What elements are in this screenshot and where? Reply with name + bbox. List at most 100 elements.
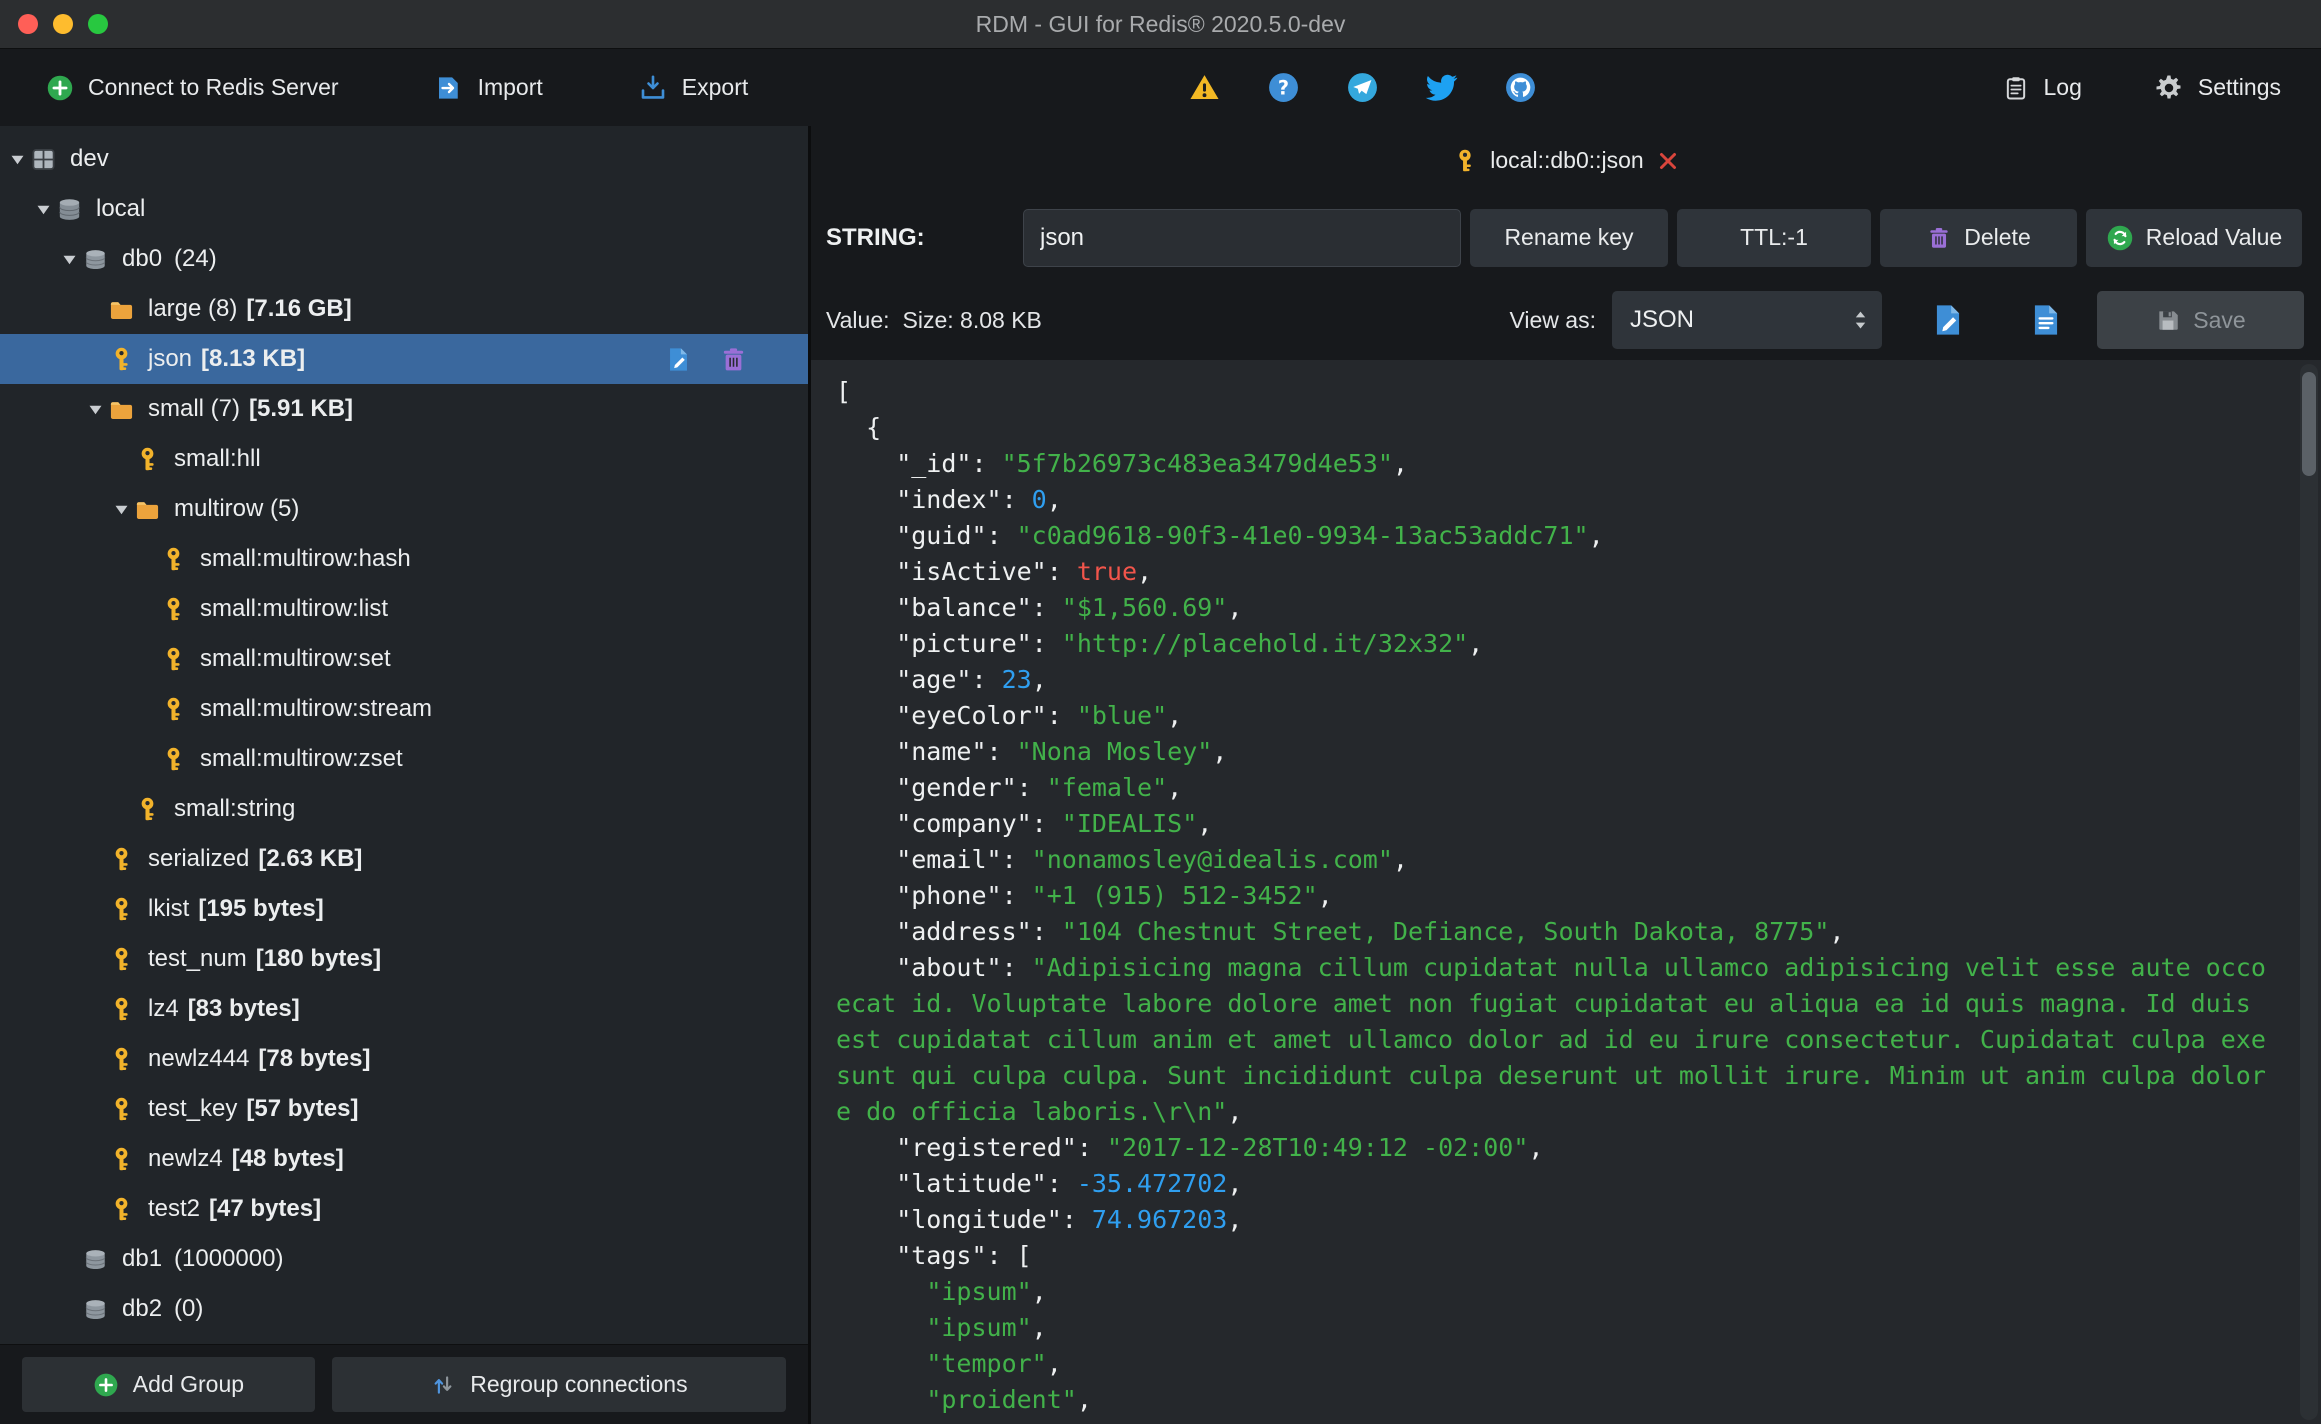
- tree-item-label: test2: [148, 1195, 201, 1222]
- tree-item-newlz4[interactable]: newlz4 [48 bytes]: [0, 1134, 808, 1184]
- warning-icon[interactable]: [1188, 71, 1221, 104]
- tree-item-small-hll[interactable]: small:hll: [0, 434, 808, 484]
- view-as-select[interactable]: JSON: [1612, 291, 1882, 349]
- key-icon: [108, 1196, 135, 1223]
- collapse-arrow-icon[interactable]: [4, 152, 30, 167]
- collapse-arrow-icon[interactable]: [30, 202, 56, 217]
- json-token: ,: [1031, 665, 1047, 694]
- tree-item-db1[interactable]: db1 (1000000): [0, 1234, 808, 1284]
- json-line: "index": 0,: [836, 482, 2321, 518]
- json-token: est cupidatat cillum anim et amet ullamc…: [836, 1025, 2266, 1054]
- tree-item-small-string[interactable]: small:string: [0, 784, 808, 834]
- json-line: "ipsum",: [836, 1274, 2321, 1310]
- json-line: sunt qui culpa culpa. Sunt incididunt cu…: [836, 1058, 2321, 1094]
- tab-local-db0-json[interactable]: local::db0::json: [1452, 147, 1679, 174]
- json-token: "index":: [836, 485, 1032, 514]
- tree-item-serialized[interactable]: serialized [2.63 KB]: [0, 834, 808, 884]
- tree-item-label: dev: [70, 145, 109, 172]
- open-in-editor-icon[interactable]: [1929, 301, 1967, 339]
- json-token: [: [836, 377, 852, 406]
- connect-to-server-button[interactable]: Connect to Redis Server: [46, 74, 339, 102]
- json-line: "_id": "5f7b26973c483ea3479d4e53",: [836, 446, 2321, 482]
- value-label: Value:: [826, 306, 890, 333]
- tree-item-lz4[interactable]: lz4 [83 bytes]: [0, 984, 808, 1034]
- json-token: "blue": [1076, 701, 1168, 730]
- json-token: -35.472702: [1076, 1169, 1228, 1198]
- value-size-label: Size: 8.08 KB: [902, 306, 1042, 333]
- tree-item-label: small:hll: [174, 445, 261, 472]
- add-group-button[interactable]: Add Group: [22, 1357, 315, 1412]
- toolbar-status-group: ?: [1188, 49, 1537, 126]
- collapse-arrow-icon[interactable]: [82, 402, 108, 417]
- view-as-value: JSON: [1630, 306, 1695, 333]
- db-icon: [82, 1296, 109, 1323]
- log-button[interactable]: Log: [2002, 74, 2082, 102]
- trash-icon: [1926, 225, 1952, 251]
- tree-item-small-multirow-list[interactable]: small:multirow:list: [0, 584, 808, 634]
- key-icon: [134, 796, 161, 823]
- tree-item-db2[interactable]: db2 (0): [0, 1284, 808, 1334]
- delete-key-button[interactable]: Delete: [1880, 208, 2077, 267]
- json-line: "age": 23,: [836, 662, 2321, 698]
- close-window-button[interactable]: [18, 14, 38, 34]
- rename-key-button[interactable]: Rename key: [1470, 208, 1668, 267]
- db-icon: [82, 1246, 109, 1273]
- github-icon[interactable]: [1504, 71, 1537, 104]
- settings-button[interactable]: Settings: [2154, 73, 2281, 103]
- tree-item-label: test_key: [148, 1095, 238, 1122]
- save-button[interactable]: Save: [2097, 291, 2304, 349]
- tab-close-icon[interactable]: [1656, 149, 1680, 173]
- reload-value-button[interactable]: Reload Value: [2086, 208, 2302, 267]
- edit-value-icon[interactable]: [664, 345, 693, 374]
- tree-item-json[interactable]: json [8.13 KB]: [0, 334, 808, 384]
- value-scrollbar[interactable]: [2300, 364, 2318, 1420]
- export-button[interactable]: Export: [638, 73, 748, 103]
- json-token: "Adipisicing magna cillum cupidatat null…: [1031, 953, 2266, 982]
- json-token: "gender":: [836, 773, 1047, 802]
- tree-item-db0[interactable]: db0 (24): [0, 234, 808, 284]
- json-line: "address": "104 Chestnut Street, Defianc…: [836, 914, 2321, 950]
- tree-item-newlz444[interactable]: newlz444 [78 bytes]: [0, 1034, 808, 1084]
- json-token: ,: [1227, 1169, 1243, 1198]
- value-scrollbar-thumb[interactable]: [2302, 372, 2316, 476]
- titlebar: RDM - GUI for Redis® 2020.5.0-dev: [0, 0, 2321, 49]
- tree-item-label: large (8): [148, 295, 238, 322]
- tree-item-test-num[interactable]: test_num [180 bytes]: [0, 934, 808, 984]
- tree-item-lkist[interactable]: lkist [195 bytes]: [0, 884, 808, 934]
- key-name-input[interactable]: [1023, 208, 1461, 267]
- view-as-label: View as:: [1509, 306, 1596, 333]
- twitter-icon[interactable]: [1425, 71, 1458, 104]
- collapse-arrow-icon[interactable]: [56, 252, 82, 267]
- json-value-editor[interactable]: [ { "_id": "5f7b26973c483ea3479d4e53", "…: [811, 360, 2321, 1424]
- tree-item-multirow-5-[interactable]: multirow (5): [0, 484, 808, 534]
- tree-item-large-8-[interactable]: large (8) [7.16 GB]: [0, 284, 808, 334]
- ttl-button[interactable]: TTL:-1: [1677, 208, 1871, 267]
- collapse-arrow-icon[interactable]: [108, 502, 134, 517]
- tree-item-test2[interactable]: test2 [47 bytes]: [0, 1184, 808, 1234]
- minimize-window-button[interactable]: [53, 14, 73, 34]
- tree-item-small-multirow-hash[interactable]: small:multirow:hash: [0, 534, 808, 584]
- view-as-text-icon[interactable]: [2027, 301, 2065, 339]
- zoom-window-button[interactable]: [88, 14, 108, 34]
- json-token: ,: [1468, 629, 1484, 658]
- tree-item-test-key[interactable]: test_key [57 bytes]: [0, 1084, 808, 1134]
- tree-item-small-multirow-stream[interactable]: small:multirow:stream: [0, 684, 808, 734]
- telegram-icon[interactable]: [1346, 71, 1379, 104]
- tree-item-small-multirow-set[interactable]: small:multirow:set: [0, 634, 808, 684]
- regroup-connections-button[interactable]: Regroup connections: [331, 1357, 786, 1412]
- json-token: ,: [1046, 485, 1062, 514]
- tree-item-dev[interactable]: dev: [0, 134, 808, 184]
- connect-label: Connect to Redis Server: [88, 74, 339, 100]
- json-line: "balance": "$1,560.69",: [836, 590, 2321, 626]
- import-button[interactable]: Import: [434, 73, 543, 103]
- help-icon[interactable]: ?: [1267, 71, 1300, 104]
- tree-item-count: (24): [174, 245, 217, 272]
- add-group-label: Add Group: [132, 1371, 245, 1397]
- tree-item-local[interactable]: local: [0, 184, 808, 234]
- tree-item-small-multirow-zset[interactable]: small:multirow:zset: [0, 734, 808, 784]
- tree-item-label: local: [96, 195, 146, 222]
- tree-item-small-7-[interactable]: small (7) [5.91 KB]: [0, 384, 808, 434]
- key-icon: [134, 446, 161, 473]
- delete-key-icon[interactable]: [719, 345, 748, 374]
